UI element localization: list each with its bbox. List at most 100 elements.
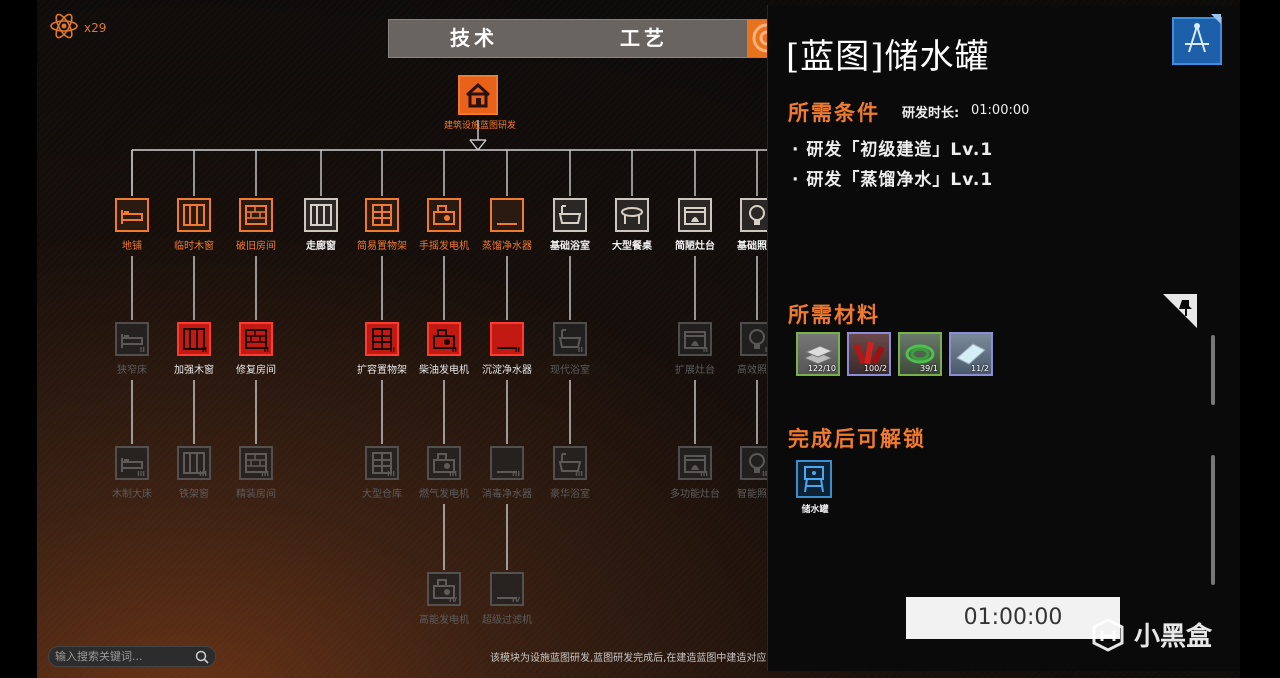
research-points: x29 xyxy=(48,10,106,42)
unlocks-heading: 完成后可解锁 xyxy=(788,427,926,451)
tech-node[interactable]: III 精装房间 xyxy=(226,446,286,500)
search-box xyxy=(48,646,216,667)
tech-node-label: 狭窄床 xyxy=(117,365,147,376)
root-node-building-research[interactable] xyxy=(458,75,498,115)
tech-node[interactable]: 地铺 xyxy=(102,198,162,252)
game-screen: x29 技术 工艺 建筑设施蓝图研发 地铺 临时木窗 破旧房间 走廊窗 简易置物架 手摇发… xyxy=(0,0,1280,678)
tech-node[interactable]: II 加强木窗 xyxy=(164,322,224,376)
material-glass[interactable]: 11/2 xyxy=(949,332,993,376)
tech-node[interactable]: II 现代浴室 xyxy=(540,322,600,376)
tech-node-label: 超级过滤机 xyxy=(482,615,532,626)
tech-node-label: 多功能灶台 xyxy=(670,489,720,500)
tech-node[interactable]: II 修复房间 xyxy=(226,322,286,376)
requirement-item: · 研发「初级建造」Lv.1 xyxy=(792,140,994,160)
stove-icon: II xyxy=(678,322,712,356)
window-icon: II xyxy=(177,322,211,356)
tech-node[interactable]: 临时木窗 xyxy=(164,198,224,252)
tier-numeral: III xyxy=(575,470,583,478)
material-count: 39/1 xyxy=(920,364,938,373)
tech-node-label: 蒸馏净水器 xyxy=(482,241,532,252)
tech-node[interactable]: III 多功能灶台 xyxy=(665,446,725,500)
tech-node-label: 沉淀净水器 xyxy=(482,365,532,376)
tier-numeral: II xyxy=(263,346,269,354)
tech-node-label: 扩展灶台 xyxy=(675,365,715,376)
shelf-icon: II xyxy=(365,322,399,356)
tech-node[interactable]: III 大型仓库 xyxy=(352,446,412,500)
material-metal[interactable]: 122/10 xyxy=(796,332,840,376)
bed-icon: III xyxy=(115,446,149,480)
unlock-item-water-tank[interactable]: 储水罐 xyxy=(796,460,834,515)
tech-node-label: 燃气发电机 xyxy=(419,489,469,500)
tech-node[interactable]: III 消毒净水器 xyxy=(477,446,537,500)
tech-node-label: 豪华浴室 xyxy=(550,489,590,500)
tab-craft[interactable]: 工艺 xyxy=(559,20,729,57)
tech-node[interactable]: III 燃气发电机 xyxy=(414,446,474,500)
tech-node-label: 基础浴室 xyxy=(550,241,590,252)
materials-list: 122/10 100/2 39/1 11/2 xyxy=(796,332,993,376)
window-icon: III xyxy=(177,446,211,480)
watermark-text: 小黑盒 xyxy=(1134,622,1213,652)
tech-node[interactable]: II 扩展灶台 xyxy=(665,322,725,376)
tier-numeral: IV xyxy=(448,596,457,604)
tech-node-label: 手摇发电机 xyxy=(419,241,469,252)
wall-icon xyxy=(239,198,273,232)
tech-node[interactable]: IV 高能发电机 xyxy=(414,572,474,626)
bath-icon xyxy=(553,198,587,232)
research-start-button[interactable]: 01:00:00 xyxy=(906,597,1120,639)
tier-numeral: II xyxy=(577,346,583,354)
blueprint-icon xyxy=(1172,14,1222,65)
tech-node-label: 临时木窗 xyxy=(174,241,214,252)
generator-icon: III xyxy=(427,446,461,480)
material-red-part[interactable]: 100/2 xyxy=(847,332,891,376)
material-hose[interactable]: 39/1 xyxy=(898,332,942,376)
tier-numeral: III xyxy=(449,470,457,478)
tier-numeral: III xyxy=(137,470,145,478)
tech-node[interactable]: 简易置物架 xyxy=(352,198,412,252)
xiaoheihe-logo-icon xyxy=(1092,617,1124,652)
house-icon xyxy=(465,82,491,108)
tech-node[interactable]: 走廊窗 xyxy=(291,198,351,252)
tech-node[interactable]: II 狭窄床 xyxy=(102,322,162,376)
pin-icon[interactable] xyxy=(1163,294,1197,328)
tech-node[interactable]: 大型餐桌 xyxy=(602,198,662,252)
tech-node[interactable]: 破旧房间 xyxy=(226,198,286,252)
unlock-item-label: 储水罐 xyxy=(801,505,829,515)
materials-scrollbar[interactable] xyxy=(1211,335,1215,405)
search-input[interactable] xyxy=(55,650,195,663)
research-time-label: 研发时长: xyxy=(902,106,960,121)
tab-bar: 技术 工艺 xyxy=(388,19,788,58)
window-icon xyxy=(304,198,338,232)
search-icon[interactable] xyxy=(195,650,209,664)
module-hint-text: 该模块为设施蓝图研发,蓝图研发完成后,在建造蓝图中建造对应 xyxy=(490,653,767,664)
water-tank-icon xyxy=(804,466,824,493)
tech-node[interactable]: III 铁架窗 xyxy=(164,446,224,500)
atom-icon xyxy=(50,13,78,39)
tech-node[interactable]: 简陋灶台 xyxy=(665,198,725,252)
tech-node[interactable]: IV 超级过滤机 xyxy=(477,572,537,626)
unlocks-scrollbar[interactable] xyxy=(1211,455,1215,585)
tech-node[interactable]: II 沉淀净水器 xyxy=(477,322,537,376)
panel-title: [蓝图]储水罐 xyxy=(786,37,990,77)
tech-node[interactable]: II 柴油发电机 xyxy=(414,322,474,376)
tech-node-label: 走廊窗 xyxy=(306,241,336,252)
material-count: 11/2 xyxy=(971,364,989,373)
tech-node[interactable]: II 扩容置物架 xyxy=(352,322,412,376)
tech-node-label: 精装房间 xyxy=(236,489,276,500)
requirement-item: · 研发「蒸馏净水」Lv.1 xyxy=(792,170,994,190)
connector-line xyxy=(477,139,487,151)
tech-node[interactable]: III 木制大床 xyxy=(102,446,162,500)
tech-node[interactable]: III 豪华浴室 xyxy=(540,446,600,500)
tier-numeral: II xyxy=(514,346,520,354)
tech-node-label: 铁架窗 xyxy=(179,489,209,500)
tech-node[interactable]: 蒸馏净水器 xyxy=(477,198,537,252)
tier-numeral: II xyxy=(451,346,457,354)
table-icon xyxy=(615,198,649,232)
research-points-count: x29 xyxy=(84,21,107,35)
tech-node[interactable]: 基础浴室 xyxy=(540,198,600,252)
tech-node-label: 大型餐桌 xyxy=(612,241,652,252)
stove-icon xyxy=(678,198,712,232)
tab-tech[interactable]: 技术 xyxy=(389,20,559,57)
tech-node[interactable]: 手摇发电机 xyxy=(414,198,474,252)
bath-icon: III xyxy=(553,446,587,480)
generator-icon: II xyxy=(427,322,461,356)
